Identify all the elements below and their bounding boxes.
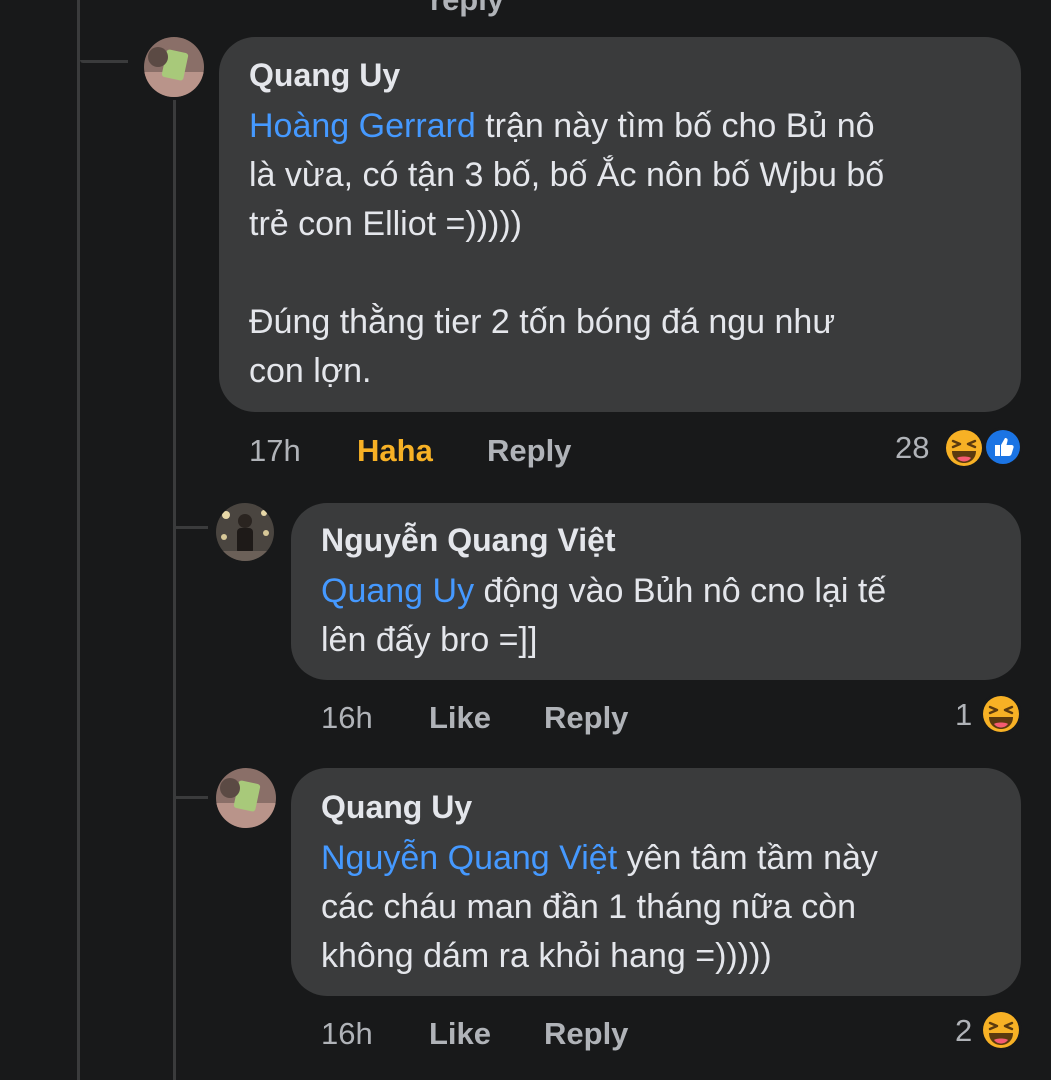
comment-text-line: yên tâm tầm này (617, 839, 878, 877)
comment-text-line: Đúng thằng tier 2 tốn bóng đá ngu như (249, 303, 836, 341)
haha-icon (979, 692, 1023, 741)
comment-text-line: lên đấy bro =]] (321, 621, 538, 659)
thread-connector-1 (80, 60, 128, 63)
thread-line-replies (173, 100, 176, 1080)
comment-text-line: con lợn. (249, 352, 372, 390)
like-button[interactable]: Like (429, 700, 491, 736)
haha-reaction-button[interactable]: Haha (357, 433, 433, 469)
reply-button[interactable]: Reply (544, 1016, 628, 1052)
thread-connector-3 (176, 796, 208, 799)
comment-timestamp[interactable]: 17h (249, 433, 301, 469)
mention-link[interactable]: Quang Uy (321, 572, 474, 610)
reply-button[interactable]: Reply (544, 700, 628, 736)
comment-text: Nguyễn Quang Việt yên tâm tầm này các ch… (321, 834, 878, 981)
top-partial-text: reply (430, 0, 504, 18)
reaction-count[interactable]: 2 (955, 1013, 972, 1049)
comment-author[interactable]: Quang Uy (321, 789, 472, 826)
comment-text-line: động vào Bủh nô cno lại tế (474, 572, 887, 610)
comment-author[interactable]: Quang Uy (249, 57, 400, 94)
comment-author[interactable]: Nguyễn Quang Việt (321, 522, 616, 559)
haha-icon (942, 426, 986, 475)
thread-line-main (77, 0, 80, 1080)
comment-text-line: các cháu man đần 1 tháng nữa còn (321, 888, 857, 926)
avatar[interactable] (216, 768, 276, 828)
comment-timestamp[interactable]: 16h (321, 1016, 373, 1052)
reply-button[interactable]: Reply (487, 433, 571, 469)
comment-text: Hoàng Gerrard trận này tìm bố cho Bủ nô … (249, 102, 884, 396)
comment-timestamp[interactable]: 16h (321, 700, 373, 736)
comment-text-line: là vừa, có tận 3 bố, bố Ắc nôn bố Wjbu b… (249, 156, 885, 194)
like-icon (982, 426, 1024, 473)
comment-text-line: trẻ con Elliot =))))) (249, 205, 522, 243)
like-button[interactable]: Like (429, 1016, 491, 1052)
comment-text: Quang Uy động vào Bủh nô cno lại tế lên … (321, 567, 886, 665)
reaction-count[interactable]: 28 (895, 430, 929, 466)
reaction-count[interactable]: 1 (955, 697, 972, 733)
mention-link[interactable]: Nguyễn Quang Việt (321, 839, 617, 877)
avatar[interactable] (216, 503, 274, 561)
avatar[interactable] (144, 37, 204, 97)
thread-connector-2 (176, 526, 208, 529)
mention-link[interactable]: Hoàng Gerrard (249, 107, 476, 145)
comment-text-line: trận này tìm bố cho Bủ nô (475, 107, 875, 145)
haha-icon (979, 1008, 1023, 1057)
comment-text-line: không dám ra khỏi hang =))))) (321, 937, 772, 975)
